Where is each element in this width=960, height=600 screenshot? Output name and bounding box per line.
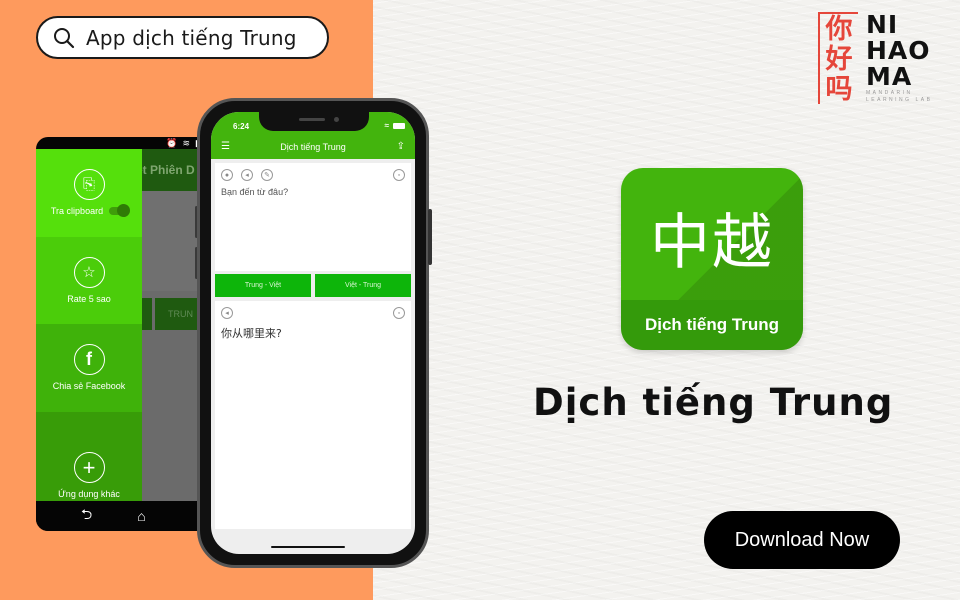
headline: Dịch tiếng Trung — [533, 381, 894, 424]
logo-tagline-line: LEARNING LAB — [866, 97, 933, 103]
logo-word: HAO — [866, 36, 931, 65]
drawer-item-label: Tra clipboard — [50, 206, 104, 217]
app-icon-glyphs: 中越 — [650, 208, 774, 278]
android-status-bar: ⏰ ≋ ▮ — [36, 137, 206, 149]
alarm-icon: ⏰ — [166, 137, 178, 148]
android-nav-bar: ⮌ ⌂ — [36, 501, 206, 531]
logo-wordmark: NI HAO MA — [866, 12, 931, 90]
speaker-icon[interactable]: ◂ — [241, 169, 253, 181]
output-panel: ◂ ▫ 你从哪里来? — [215, 301, 411, 529]
wifi-icon: ≈ — [384, 121, 389, 130]
clipboard-toggle[interactable] — [109, 204, 131, 218]
logo-word: NI — [866, 10, 899, 39]
trung-viet-button[interactable]: Trung - Việt — [215, 274, 311, 297]
pen-icon[interactable]: ✎ — [261, 169, 273, 181]
side-drawer: ⎘ Tra clipboard ☆ Rate 5 sao f Chia sẻ F… — [36, 149, 142, 501]
input-panel[interactable]: ● ◂ ✎ ▫ Bạn đến từ đâu? — [215, 163, 411, 271]
app-icon-label: Dịch tiếng Trung — [621, 300, 803, 350]
drawer-item-rate[interactable]: ☆ Rate 5 sao — [36, 236, 142, 324]
logo-tagline: MANDARIN LEARNING LAB — [866, 90, 932, 104]
android-phone-mockup: ⏰ ≋ ▮ ệt Phiên D TRUN ⎘ Tra clipboard ☆ … — [36, 137, 206, 531]
back-icon[interactable]: ⮌ — [81, 504, 92, 528]
logo-tagline-line: MANDARIN — [866, 90, 913, 96]
phone-notch — [259, 112, 369, 131]
logo-char: 好 — [825, 43, 853, 75]
iphone-screen: 6:24 ≈ ☰ Dịch tiếng Trung ⇪ ● ◂ ✎ ▫ Bạn … — [211, 112, 415, 554]
plus-icon: + — [73, 452, 105, 483]
battery-icon — [393, 122, 405, 129]
app-title: Dịch tiếng Trung — [280, 141, 346, 152]
android-app-screen: ệt Phiên D TRUN ⎘ Tra clipboard ☆ Rate 5… — [36, 149, 206, 501]
drawer-item-share-facebook[interactable]: f Chia sẻ Facebook — [36, 324, 142, 412]
microphone-icon[interactable]: ● — [221, 169, 233, 181]
viet-trung-button[interactable]: Việt - Trung — [315, 274, 411, 297]
facebook-icon: f — [73, 344, 105, 376]
search-icon — [54, 27, 75, 48]
app-icon[interactable]: 中越 Dịch tiếng Trung — [621, 168, 803, 350]
source-text[interactable]: Bạn đến từ đâu? — [221, 187, 405, 197]
drawer-item-label: Rate 5 sao — [67, 293, 111, 304]
wifi-icon: ≋ — [182, 137, 191, 148]
drawer-item-other-apps[interactable]: + Ứng dụng khác — [36, 411, 142, 501]
copy-icon[interactable]: ▫ — [393, 307, 405, 319]
search-bar[interactable]: App dịch tiếng Trung — [36, 16, 329, 59]
logo-chinese-characters: 你 好 吗 — [818, 12, 858, 104]
logo-word: MA — [866, 62, 913, 91]
clipboard-icon: ⎘ — [73, 169, 105, 201]
download-now-button[interactable]: Download Now — [704, 511, 900, 569]
status-time: 6:24 — [233, 122, 250, 131]
drawer-item-label: Chia sẻ Facebook — [52, 381, 126, 392]
hamburger-menu-icon[interactable]: ☰ — [221, 141, 230, 152]
phone-side-button — [428, 209, 432, 265]
logo-char: 吗 — [825, 73, 853, 105]
star-icon: ☆ — [73, 256, 105, 288]
logo-char: 你 — [825, 13, 853, 45]
share-icon[interactable]: ⇪ — [397, 141, 405, 152]
drawer-item-clipboard[interactable]: ⎘ Tra clipboard — [36, 149, 142, 237]
copy-icon[interactable]: ▫ — [393, 169, 405, 181]
home-icon[interactable]: ⌂ — [137, 508, 145, 524]
android-direction-button[interactable] — [142, 298, 152, 330]
drawer-item-label: Ứng dụng khác — [58, 489, 120, 499]
speaker-icon[interactable]: ◂ — [221, 307, 233, 319]
direction-buttons: Trung - Việt Việt - Trung — [215, 274, 411, 297]
app-navbar: ☰ Dịch tiếng Trung ⇪ — [211, 134, 415, 159]
home-indicator — [271, 546, 345, 548]
nihaoma-logo: 你 好 吗 NI HAO MA MANDARIN LEARNING LAB — [814, 12, 954, 107]
search-text: App dịch tiếng Trung — [86, 25, 297, 50]
iphone-mockup: 6:24 ≈ ☰ Dịch tiếng Trung ⇪ ● ◂ ✎ ▫ Bạn … — [197, 98, 432, 568]
translated-text: 你从哪里来? — [221, 327, 282, 340]
